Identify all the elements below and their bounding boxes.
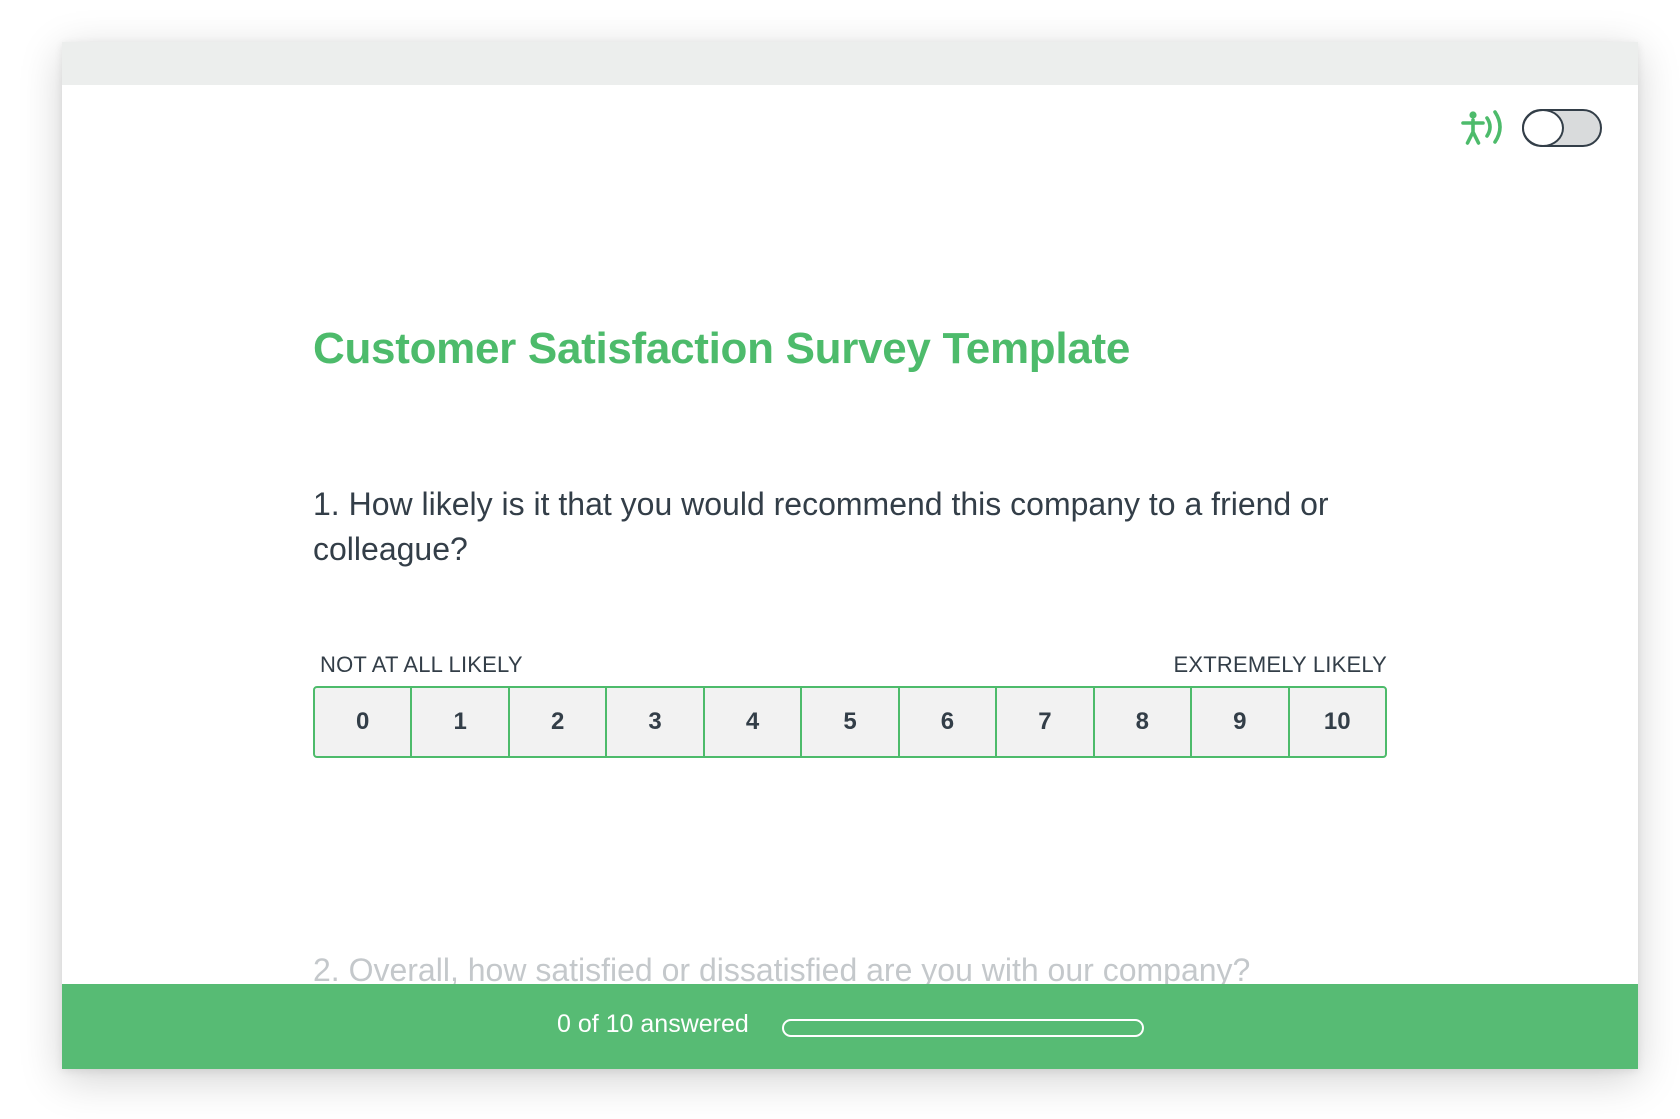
scale-option-3[interactable]: 3 (607, 688, 705, 756)
scale-option-1[interactable]: 1 (412, 688, 510, 756)
survey-window: Customer Satisfaction Survey Template 1.… (62, 42, 1638, 1069)
question-1-text: 1. How likely is it that you would recom… (313, 486, 1329, 567)
accessibility-control (1460, 104, 1602, 152)
scale-option-8[interactable]: 8 (1095, 688, 1193, 756)
scale-option-5[interactable]: 5 (802, 688, 900, 756)
scale-option-9[interactable]: 9 (1192, 688, 1290, 756)
scale-labels: NOT AT ALL LIKELY EXTREMELY LIKELY (313, 652, 1387, 678)
progress-footer: 0 of 10 answered (62, 984, 1638, 1069)
scale-option-6[interactable]: 6 (900, 688, 998, 756)
accessibility-toggle[interactable] (1522, 109, 1602, 147)
toggle-knob (1522, 109, 1564, 147)
scale-option-4[interactable]: 4 (705, 688, 803, 756)
progress-text: 0 of 10 answered (557, 1010, 749, 1038)
scale-option-7[interactable]: 7 (997, 688, 1095, 756)
accessibility-audio-icon[interactable] (1460, 104, 1510, 152)
scale-low-label: NOT AT ALL LIKELY (320, 652, 523, 677)
survey-title: Customer Satisfaction Survey Template (313, 324, 1130, 373)
scale-option-0[interactable]: 0 (315, 688, 413, 756)
nps-rating-scale: 0 1 2 3 4 5 6 7 8 9 10 (313, 686, 1387, 758)
scale-option-10[interactable]: 10 (1290, 688, 1385, 756)
window-top-bar (62, 42, 1638, 85)
scale-option-2[interactable]: 2 (510, 688, 608, 756)
scale-high-label: EXTREMELY LIKELY (1173, 652, 1387, 677)
progress-bar (782, 1019, 1144, 1037)
